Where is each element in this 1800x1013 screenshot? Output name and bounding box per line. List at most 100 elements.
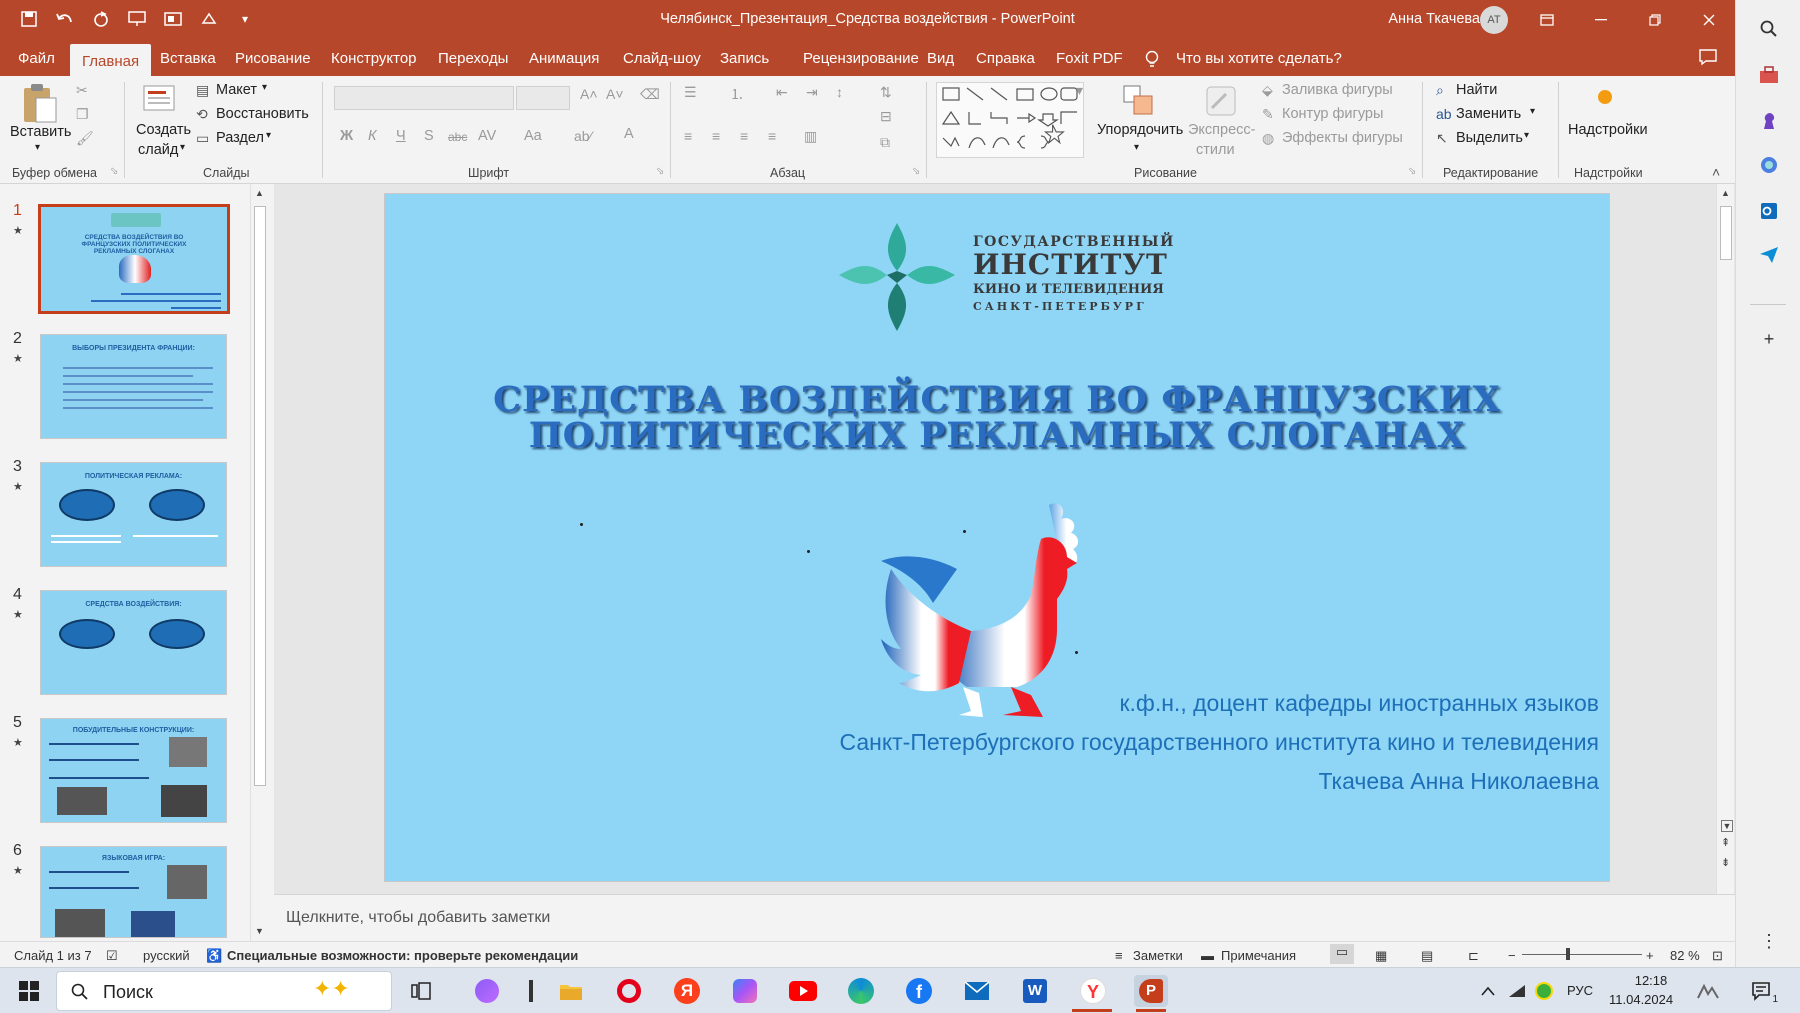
word-icon[interactable]: W <box>1018 975 1052 1007</box>
addins-button[interactable]: Надстройки <box>1568 122 1648 138</box>
taskbar-search[interactable]: Поиск ✦✦ <box>56 971 392 1011</box>
tab-review[interactable]: Рецензирование <box>803 50 919 67</box>
more-options-icon[interactable]: ⋮ <box>1756 928 1782 954</box>
tab-file[interactable]: Файл <box>18 50 55 67</box>
zoom-slider-thumb[interactable] <box>1566 948 1570 960</box>
arrange-button[interactable]: Упорядочить <box>1097 122 1183 138</box>
collapse-ribbon-icon[interactable]: ˄ <box>1712 164 1720 180</box>
align-center-icon[interactable]: ≡ <box>712 128 720 144</box>
notes-pane[interactable]: Щелкните, чтобы добавить заметки <box>274 894 1735 941</box>
text-direction-icon[interactable]: ⇅ <box>880 84 892 101</box>
align-right-icon[interactable]: ≡ <box>740 128 748 144</box>
tab-animations[interactable]: Анимация <box>529 50 599 67</box>
shadow-button[interactable]: S <box>424 128 434 144</box>
decrease-indent-icon[interactable]: ⇤ <box>776 84 788 101</box>
quick-styles-icon[interactable] <box>1204 84 1238 122</box>
font-launcher-icon[interactable]: ⬂ <box>656 166 664 177</box>
copilot-icon[interactable] <box>1756 152 1782 178</box>
paste-button[interactable]: Вставить <box>10 124 71 140</box>
shapes-gallery[interactable] <box>936 82 1084 158</box>
new-slide-dropdown-icon[interactable]: ▾ <box>180 142 185 153</box>
file-explorer-icon[interactable] <box>554 975 588 1007</box>
outlook-icon[interactable] <box>1756 198 1782 224</box>
select-button[interactable]: Выделить <box>1456 130 1523 146</box>
tab-home[interactable]: Главная <box>70 44 152 76</box>
yandex-browser-icon[interactable]: Y <box>1076 975 1110 1007</box>
comments-icon[interactable] <box>1698 48 1718 70</box>
tab-foxit[interactable]: Foxit PDF <box>1056 50 1123 67</box>
copy-icon[interactable]: ❐ <box>76 106 89 123</box>
font-size-field[interactable] <box>516 86 570 110</box>
copilot-taskbar-icon[interactable] <box>728 975 762 1007</box>
thumbnails-scrollbar[interactable]: ▲ ▼ <box>250 184 268 944</box>
change-case-button[interactable]: Aa <box>524 128 542 144</box>
search-icon[interactable] <box>1756 16 1782 42</box>
decrease-font-icon[interactable]: A˅ <box>606 86 624 102</box>
slideshow-view-icon[interactable]: ⊏ <box>1468 948 1479 964</box>
user-name[interactable]: Анна Ткачева <box>1388 11 1480 27</box>
send-icon[interactable] <box>1756 242 1782 268</box>
chess-icon[interactable] <box>1756 108 1782 134</box>
input-language[interactable]: РУС <box>1567 983 1593 998</box>
clear-formatting-icon[interactable]: ⌫ <box>640 86 660 103</box>
arrange-icon[interactable] <box>1122 84 1156 122</box>
find-button[interactable]: Найти <box>1456 82 1497 98</box>
reset-button[interactable]: Восстановить <box>216 106 309 122</box>
justify-icon[interactable]: ≡ <box>768 128 776 144</box>
cut-icon[interactable]: ✂ <box>76 82 88 99</box>
notes-toggle[interactable]: Заметки <box>1133 948 1183 963</box>
tab-draw[interactable]: Рисование <box>235 50 311 67</box>
security-icon[interactable] <box>1527 975 1561 1007</box>
slide-title[interactable]: СРЕДСТВА ВОЗДЕЙСТВИЯ ВО ФРАНЦУЗСКИХ ПОЛИ… <box>385 382 1609 454</box>
accessibility-status[interactable]: Специальные возможности: проверьте реком… <box>227 948 578 963</box>
increase-indent-icon[interactable]: ⇥ <box>806 84 818 101</box>
drawing-launcher-icon[interactable]: ⬂ <box>1408 166 1416 177</box>
mail-icon[interactable] <box>960 975 994 1007</box>
zoom-in-icon[interactable]: + <box>1646 948 1654 963</box>
replace-dropdown-icon[interactable]: ▾ <box>1530 106 1535 117</box>
quick-styles-button[interactable]: Экспресс- <box>1188 122 1256 138</box>
windows-start-icon[interactable] <box>12 975 46 1007</box>
youtube-icon[interactable] <box>786 975 820 1007</box>
bold-button[interactable]: Ж <box>340 128 353 144</box>
slide-thumbnail-4[interactable]: СРЕДСТВА ВОЗДЕЙСТВИЯ: <box>40 590 227 695</box>
minimize-icon[interactable] <box>1574 8 1628 32</box>
author-position[interactable]: к.ф.н., доцент кафедры иностранных языко… <box>1119 690 1599 717</box>
tell-me-search[interactable]: Что вы хотите сделать? <box>1176 50 1342 67</box>
tab-help[interactable]: Справка <box>976 50 1035 67</box>
layout-dropdown-icon[interactable]: ▾ <box>262 82 267 93</box>
new-slide-button[interactable]: Создать <box>136 122 191 138</box>
previous-slide-icon[interactable]: ⇞ <box>1721 836 1730 849</box>
paste-dropdown-icon[interactable]: ▾ <box>35 142 40 153</box>
author-institution[interactable]: Санкт-Петербургского государственного ин… <box>839 729 1599 756</box>
font-color-button[interactable]: A <box>624 126 634 142</box>
strikethrough-button[interactable]: abc <box>448 130 467 144</box>
ribbon-display-options-icon[interactable] <box>1520 8 1574 32</box>
shape-fill-button[interactable]: Заливка фигуры <box>1282 82 1393 98</box>
slide-thumbnail-5[interactable]: ПОБУДИТЕЛЬНЫЕ КОНСТРУКЦИИ: <box>40 718 227 823</box>
shape-effects-button[interactable]: Эффекты фигуры <box>1282 130 1403 146</box>
comments-toggle[interactable]: Примечания <box>1221 948 1296 963</box>
highlight-icon[interactable]: ab⁄ <box>574 128 592 144</box>
font-name-field[interactable] <box>334 86 514 110</box>
tab-record[interactable]: Запись <box>720 50 769 67</box>
paragraph-launcher-icon[interactable]: ⬂ <box>912 166 920 177</box>
powerpoint-icon[interactable]: P <box>1134 975 1168 1007</box>
new-slide-icon[interactable] <box>142 82 178 118</box>
close-icon[interactable] <box>1682 8 1736 32</box>
shapes-more-icon[interactable]: ▾ <box>1076 82 1083 99</box>
tab-view[interactable]: Вид <box>927 50 954 67</box>
columns-icon[interactable]: ▥ <box>804 128 817 145</box>
tab-transitions[interactable]: Переходы <box>438 50 508 67</box>
slide-thumbnail-1[interactable]: СРЕДСТВА ВОЗДЕЙСТВИЯ ВО ФРАНЦУЗСКИХ ПОЛИ… <box>38 204 230 314</box>
bullets-icon[interactable]: ☰ <box>684 84 697 101</box>
avatar[interactable]: АТ <box>1480 6 1508 34</box>
align-text-icon[interactable]: ⊟ <box>880 108 892 125</box>
layout-button[interactable]: Макет <box>216 82 257 98</box>
align-left-icon[interactable]: ≡ <box>684 128 692 144</box>
reading-view-icon[interactable]: ▤ <box>1421 948 1433 964</box>
clock-time[interactable]: 12:18 <box>1626 973 1676 988</box>
fit-to-window-icon[interactable]: ⊡ <box>1712 948 1723 964</box>
edge-icon[interactable] <box>844 975 878 1007</box>
widgets-icon[interactable] <box>1692 975 1726 1007</box>
